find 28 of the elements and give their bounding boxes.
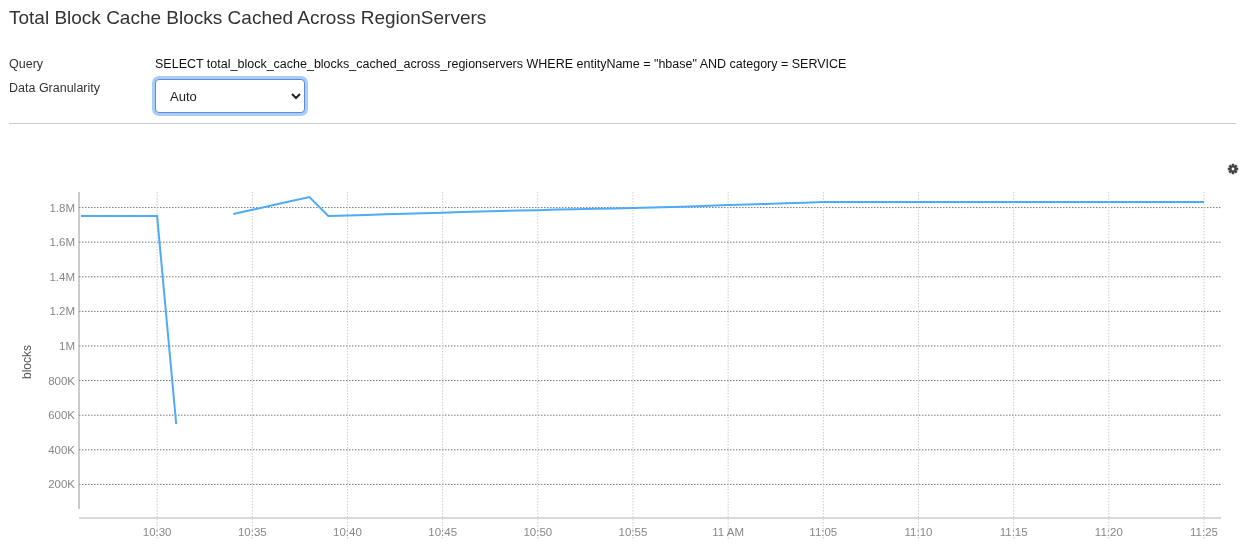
page-title: Total Block Cache Blocks Cached Across RegionServers <box>8 6 488 30</box>
x-tick-label: 10:30 <box>142 526 172 538</box>
x-tick-label: 10:40 <box>333 526 362 538</box>
settings-icon[interactable] <box>1227 163 1239 175</box>
y-axis-title: blocks <box>20 345 34 379</box>
y-tick-label: 1.8M <box>49 201 75 214</box>
x-tick-label: 11:20 <box>1094 526 1123 538</box>
y-tick-label: 200K <box>48 478 75 491</box>
y-tick-label: 600K <box>48 409 75 422</box>
field-label: Data Granularity <box>9 80 101 95</box>
x-tick-label: 11 AM <box>712 526 745 538</box>
x-tick-label: 11:15 <box>999 526 1028 538</box>
y-tick-label: 1.6M <box>49 236 75 249</box>
x-tick-label: 11:10 <box>904 526 933 538</box>
y-tick-label: 1.2M <box>49 305 75 318</box>
granularity-select[interactable]: Auto <box>155 79 305 113</box>
y-tick-label: 800K <box>48 374 75 387</box>
x-tick-label: 10:50 <box>523 526 553 538</box>
x-tick-label: 11:25 <box>1190 526 1218 538</box>
y-tick-label: 400K <box>48 443 75 456</box>
x-tick-label: 11:05 <box>809 526 838 538</box>
query-text: SELECT total_block_cache_blocks_cached_across_regionservers WHERE entityName = "hbase" AND category = SERVICE <box>155 56 848 71</box>
field-label: Query <box>9 56 45 71</box>
y-tick-label: 1M <box>59 340 75 352</box>
y-tick-label: 1.4M <box>49 270 75 283</box>
x-tick-label: 10:45 <box>428 526 458 538</box>
x-tick-label: 10:55 <box>618 526 648 538</box>
x-tick-label: 10:35 <box>237 526 267 538</box>
